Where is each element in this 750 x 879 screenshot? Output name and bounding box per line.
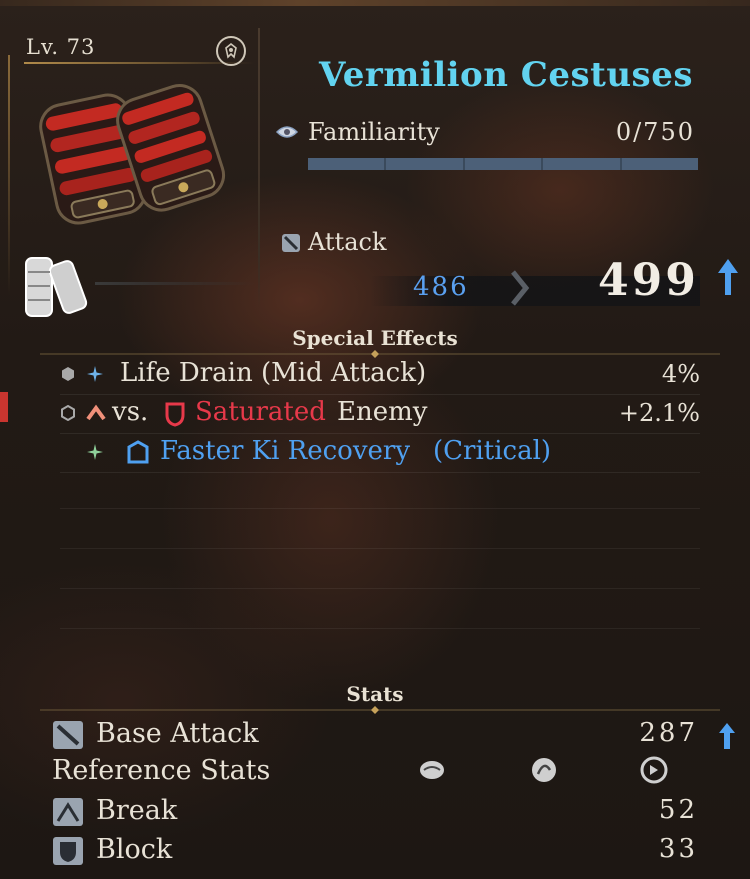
block-label: Block <box>96 834 173 865</box>
block-icon <box>53 837 83 865</box>
effect-row[interactable]: Faster Ki Recovery (Critical) <box>60 434 700 473</box>
effect-row[interactable]: Life Drain (Mid Attack) 4% <box>60 356 700 395</box>
break-label: Break <box>96 795 178 826</box>
familiarity-bar-segment <box>464 158 542 170</box>
familiarity-bar-segment <box>386 158 463 170</box>
side-marker <box>0 392 8 422</box>
dexterity-stat-icon <box>640 756 668 784</box>
skill-stat-icon <box>532 758 556 782</box>
effect-slot-line <box>60 548 700 549</box>
section-divider <box>40 706 720 714</box>
base-attack-value: 287 <box>639 718 698 748</box>
strength-stat-icon <box>420 761 444 779</box>
chevron-right-icon <box>511 270 530 306</box>
upgrade-arrow-icon <box>718 259 738 295</box>
effect-row[interactable]: vs. Saturated Enemy +2.1% <box>60 395 700 434</box>
effect-saturated-keyword: Saturated <box>195 397 326 427</box>
item-name: Vermilion Cestuses <box>319 55 693 95</box>
clan-crest-icon <box>216 36 246 66</box>
upgrade-arrow-small-icon <box>719 723 735 749</box>
familiarity-bar-segment <box>308 158 385 170</box>
stat-row-break[interactable]: Break 52 <box>48 793 738 831</box>
effect-vs-label: vs. <box>112 397 149 427</box>
effect-faster-ki: Faster Ki Recovery <box>160 436 411 466</box>
effect-critical-qualifier: (Critical) <box>433 436 552 466</box>
weapon-type-line <box>95 282 255 285</box>
effect-saturated-value: +2.1% <box>618 399 700 427</box>
shield-red-icon <box>165 402 185 427</box>
familiarity-icon <box>275 126 299 138</box>
attack-new-value: 499 <box>598 255 699 306</box>
gauntlet-image <box>39 84 226 225</box>
stat-row-block[interactable]: Block 33 <box>48 832 738 870</box>
left-accent-line <box>8 55 10 295</box>
base-attack-label: Base Attack <box>96 718 259 749</box>
effect-slot-line <box>60 628 700 629</box>
break-icon <box>53 798 83 826</box>
hexagon-outline-icon <box>61 405 75 421</box>
familiarity-bar-segment <box>621 158 699 170</box>
familiarity-bar <box>308 158 699 170</box>
effect-life-drain: Life Drain (Mid Attack) <box>120 358 427 388</box>
attack-current-value: 486 <box>413 272 469 302</box>
fist-weapon-type-icon <box>25 257 88 317</box>
effect-enemy-label: Enemy <box>337 397 428 427</box>
top-border <box>0 0 750 6</box>
item-level: Lv. 73 <box>26 35 96 59</box>
effect-life-drain-value: 4% <box>661 360 700 388</box>
level-underline <box>24 62 254 64</box>
attack-icon <box>282 234 300 252</box>
stats-title: Stats <box>346 682 404 706</box>
header-divider <box>258 28 260 308</box>
familiarity-label: Familiarity <box>308 118 440 146</box>
break-value: 52 <box>658 795 698 825</box>
attack-label: Attack <box>308 228 387 256</box>
effect-slot-line <box>60 588 700 589</box>
chevron-up-red-icon <box>86 404 106 421</box>
hexagon-filled-icon <box>62 367 74 381</box>
sparkle-green-icon <box>87 444 103 460</box>
effect-slot-line <box>60 508 700 509</box>
reference-stats-label: Reference Stats <box>52 755 271 786</box>
block-value: 33 <box>658 834 698 864</box>
special-effects-title: Special Effects <box>292 326 458 350</box>
stat-row-base-attack[interactable]: Base Attack 287 <box>48 716 738 754</box>
ki-shield-blue-icon <box>127 440 149 464</box>
familiarity-value: 0/750 <box>615 118 695 146</box>
familiarity-bar-segment <box>543 158 620 170</box>
sparkle-blue-icon <box>87 366 103 382</box>
base-attack-icon <box>53 721 83 749</box>
